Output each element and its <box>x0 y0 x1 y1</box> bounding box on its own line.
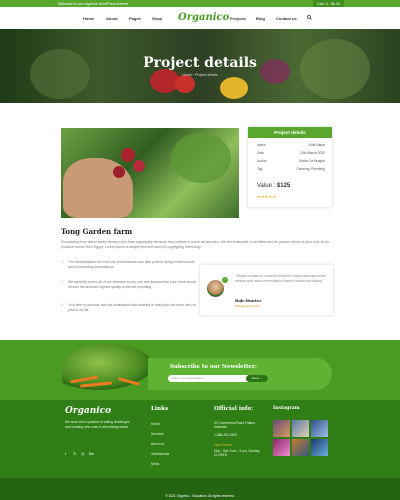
value-label: Value : <box>257 183 276 189</box>
nav-home[interactable]: Home <box>83 16 94 21</box>
nav-contact[interactable]: Contact us <box>276 16 297 21</box>
nav-projects[interactable]: Projects <box>230 16 246 21</box>
testimonial-name: Bob Hunter <box>235 298 262 303</box>
info-heading: Official info: <box>214 406 254 412</box>
instagram-thumb[interactable] <box>292 420 309 437</box>
testimonial-card: “ “Tempor incididunt ut labore et dolore… <box>200 265 333 315</box>
detail-row: Tag Cleaning, Plumbing <box>257 167 325 171</box>
check-icon: ✓ <box>61 259 65 264</box>
newsletter-title: Subscribe to our Newsletter: <box>170 364 257 370</box>
welcome-text: Welcome to our organics WordPress theme! <box>58 1 129 6</box>
detail-label: Date <box>257 151 264 155</box>
footer-address: 30 Commercial Road Fratton, Australia <box>214 421 256 430</box>
rating-stars: ★★★★★ <box>257 194 277 199</box>
detail-value: Martin De Bragon <box>299 159 325 163</box>
bullet-text: We carefully screen all of our cleaners … <box>68 280 196 289</box>
footer-phone[interactable]: 1-888-452-1505 <box>214 433 237 437</box>
card-title: Project details <box>248 127 332 138</box>
testimonial-text: “Tempor incididunt ut labore et dolore m… <box>235 274 326 283</box>
dribbble-icon[interactable]: ◎ <box>81 451 85 456</box>
detail-label: Author <box>257 159 267 163</box>
detail-row: Name Rubi Navar <box>257 143 325 147</box>
nav-shop[interactable]: Shop <box>152 16 162 21</box>
footer-description: We work with a passion of taking challen… <box>65 420 130 429</box>
nav-blog[interactable]: Blog <box>256 16 265 21</box>
list-item: ✓ Your time is precious, and we understa… <box>61 302 201 313</box>
cart-button[interactable]: Cart: 0 - $0.00 <box>313 0 344 7</box>
detail-row: Author Martin De Bragon <box>257 159 325 163</box>
project-value: Value : $125 <box>257 183 290 189</box>
facebook-icon[interactable]: f <box>65 451 66 456</box>
quote-icon: “ <box>222 277 228 283</box>
list-item: ✓ We carefully screen all of our cleaner… <box>61 279 201 290</box>
links-heading: Links <box>151 406 169 412</box>
footer-link-about[interactable]: About us <box>151 442 164 446</box>
value-amount: $125 <box>276 183 291 189</box>
instagram-thumb[interactable] <box>273 439 290 456</box>
breadcrumb[interactable]: Home › Project details <box>0 73 400 77</box>
instagram-thumb[interactable] <box>273 420 290 437</box>
footer-link-services[interactable]: Services <box>151 432 164 436</box>
footer-hours: Mon - Sat: 8 am - 5 pm, Sunday: CLOSED <box>214 449 261 458</box>
footer-link-home[interactable]: Home <box>151 422 160 426</box>
top-bar: Welcome to our organics WordPress theme!… <box>0 0 400 7</box>
nav-about[interactable]: About <box>106 16 118 21</box>
detail-label: Tag <box>257 167 263 171</box>
project-image <box>61 128 239 218</box>
instagram-heading: Instagram <box>273 406 300 411</box>
detail-value: 24th March 2020 <box>300 151 325 155</box>
footer-link-news[interactable]: News <box>151 462 159 466</box>
section-heading: Tong Garden farm <box>61 227 133 236</box>
page-title: Project details <box>143 55 257 71</box>
main-nav: Home About Pages Shop Organico Projects … <box>0 7 400 29</box>
site-logo[interactable]: Organico <box>178 12 229 23</box>
testimonial-role: Managing Director <box>235 304 260 308</box>
detail-row: Date 24th March 2020 <box>257 151 325 155</box>
twitter-icon[interactable]: 𝕏 <box>73 451 76 456</box>
nav-pages[interactable]: Pages <box>129 16 141 21</box>
footer-open-label: Open Hours: <box>214 443 233 447</box>
newsletter-send-button[interactable]: Send → <box>246 375 268 382</box>
detail-value: Rubi Navar <box>308 143 326 147</box>
footer-link-testimonials[interactable]: Testimonials <box>151 452 169 456</box>
check-icon: ✓ <box>61 302 65 307</box>
bullet-text: The housekeepers we hired are profession… <box>68 260 195 269</box>
detail-value: Cleaning, Plumbing <box>296 167 325 171</box>
copyright: © 2021 Organico - Education. All rights … <box>165 494 235 498</box>
newsletter-box <box>148 358 332 390</box>
detail-label: Name <box>257 143 266 147</box>
list-item: ✓ The housekeepers we hired are professi… <box>61 259 201 270</box>
instagram-thumb[interactable] <box>292 439 309 456</box>
intro-paragraph: Purchasing from select family farmers wh… <box>61 240 330 249</box>
footer-logo[interactable]: Organico <box>65 406 111 416</box>
behance-icon[interactable]: Be <box>89 451 94 456</box>
bullet-text: Your time is precious, and we understand… <box>68 303 197 312</box>
instagram-thumb[interactable] <box>311 439 328 456</box>
check-icon: ✓ <box>61 279 65 284</box>
instagram-thumb[interactable] <box>311 420 328 437</box>
project-details-card: Project details Name Rubi Navar Date 24t… <box>248 127 332 207</box>
search-icon[interactable] <box>307 15 312 20</box>
avatar <box>207 280 224 297</box>
